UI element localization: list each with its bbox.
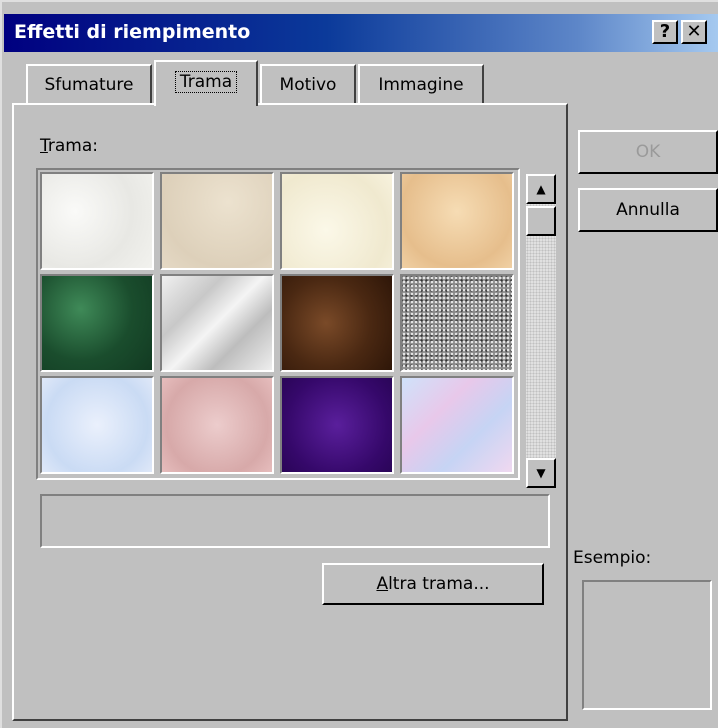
texture-swatch-9[interactable]: [40, 376, 154, 474]
texture-scrollbar[interactable]: ▲ ▼: [526, 174, 556, 488]
texture-swatch-1[interactable]: [40, 172, 154, 270]
texture-swatch-10[interactable]: [160, 376, 274, 474]
texture-swatch-5[interactable]: [40, 274, 154, 372]
fill-effects-dialog: Effetti di riempimento ? ✕ Sfumature Tra…: [0, 0, 718, 728]
texture-swatch-6[interactable]: [160, 274, 274, 372]
texture-label: Trama:: [40, 136, 99, 156]
tab-trama-label: Trama: [174, 71, 238, 93]
tab-trama[interactable]: Trama: [154, 60, 258, 106]
texture-name-box: [40, 494, 550, 548]
texture-swatch-8[interactable]: [400, 274, 514, 372]
help-button[interactable]: ?: [652, 20, 678, 44]
tab-immagine[interactable]: Immagine: [358, 64, 484, 104]
tab-motivo[interactable]: Motivo: [260, 64, 356, 104]
texture-swatch-7[interactable]: [280, 274, 394, 372]
close-button[interactable]: ✕: [681, 20, 707, 44]
scroll-thumb[interactable]: [526, 206, 556, 236]
scroll-up-button[interactable]: ▲: [526, 174, 556, 204]
other-texture-button[interactable]: Altra trama...: [322, 563, 544, 605]
ok-button[interactable]: OK: [578, 130, 718, 174]
texture-grid: [36, 168, 520, 480]
cancel-button[interactable]: Annulla: [578, 188, 718, 232]
title-bar: Effetti di riempimento ? ✕: [4, 14, 718, 52]
scroll-down-button[interactable]: ▼: [526, 458, 556, 488]
texture-swatch-2[interactable]: [160, 172, 274, 270]
example-label: Esempio:: [573, 548, 652, 568]
texture-swatch-3[interactable]: [280, 172, 394, 270]
texture-swatch-4[interactable]: [400, 172, 514, 270]
tab-sfumature[interactable]: Sfumature: [26, 64, 152, 104]
texture-swatch-11[interactable]: [280, 376, 394, 474]
texture-swatch-12[interactable]: [400, 376, 514, 474]
example-preview: [582, 580, 712, 710]
window-title: Effetti di riempimento: [14, 21, 251, 43]
